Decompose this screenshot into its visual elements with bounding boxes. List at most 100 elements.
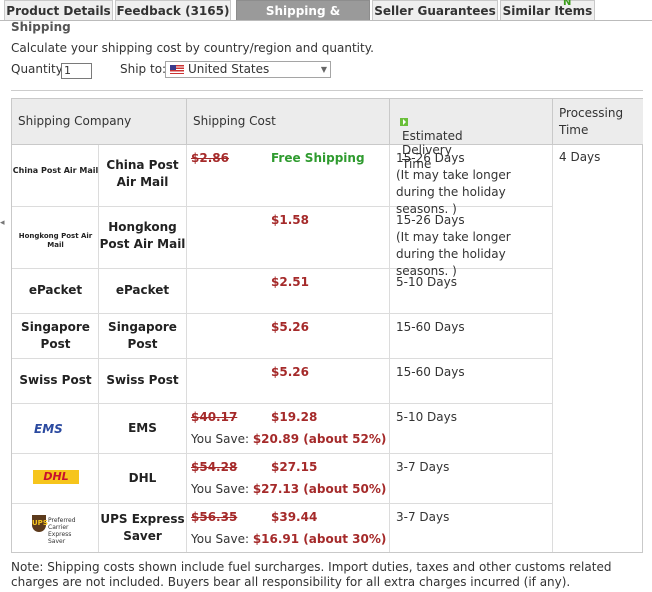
- header-delivery: Estimated Delivery Time: [390, 99, 553, 171]
- tab-label: Similar Items: [502, 4, 593, 18]
- delivery-time: 15-60 Days: [396, 320, 465, 334]
- logo-cell: China Post Air Mail: [12, 145, 99, 207]
- ups-logo-text: Preferred Carrier Express Saver: [48, 517, 76, 545]
- dhl-logo: DHL: [33, 470, 79, 484]
- shipping-price: $39.44: [271, 510, 318, 524]
- logo-cell: Swiss Post: [12, 359, 99, 404]
- logo-text: Singapore Post: [21, 320, 90, 351]
- header-company: Shipping Company: [12, 99, 187, 145]
- collapse-arrow-icon[interactable]: ◂: [0, 218, 5, 228]
- savings-label: You Save:: [191, 532, 253, 546]
- ups-logo: UPS: [32, 515, 48, 532]
- header-label: Shipping Company: [18, 114, 132, 128]
- delivery-cell: 5-10 Days: [390, 404, 553, 454]
- company-name: UPS Express Saver: [100, 512, 185, 543]
- table-row[interactable]: ePacket: [99, 269, 187, 314]
- savings-amount: $27.13 (about 50%): [252, 482, 387, 496]
- company-name: Singapore Post: [108, 320, 177, 351]
- cost-cell: $40.17 $19.28 You Save: $20.89 (about 52…: [187, 404, 390, 454]
- tab-shipping-payment[interactable]: Shipping & Payment: [236, 0, 370, 38]
- logo-cell: ePacket: [12, 269, 99, 314]
- logo-cell: UPS Preferred Carrier Express Saver: [12, 504, 99, 552]
- logo-cell: Hongkong Post Air Mail: [12, 207, 99, 269]
- original-price: $2.86: [191, 151, 229, 165]
- savings: You Save: $16.91 (about 30%): [191, 532, 386, 546]
- table-row[interactable]: UPS Express Saver: [99, 504, 187, 552]
- cost-cell: $5.26: [187, 314, 390, 359]
- shipping-table: Shipping Company Shipping Cost Estimated…: [11, 98, 643, 553]
- logo-text: ePacket: [28, 283, 83, 297]
- logo-text: Hongkong Post Air Mail: [18, 232, 93, 249]
- savings: You Save: $20.89 (about 52%): [191, 432, 386, 446]
- logo-cell: EMS: [12, 404, 99, 454]
- processing-cell: 4 Days: [553, 145, 643, 552]
- divider: [11, 90, 643, 91]
- header-label: Estimated Delivery Time: [396, 114, 463, 171]
- section-title: Shipping: [11, 20, 71, 34]
- delivery-cell: 15-26 Days (It may take longer during the…: [390, 207, 553, 278]
- delivery-cell: 15-26 Days (It may take longer during the…: [390, 145, 553, 216]
- tab-label: Seller Guarantees: [374, 4, 496, 18]
- shipping-price: $1.58: [271, 213, 309, 227]
- us-flag-icon: [170, 65, 184, 74]
- company-name: DHL: [128, 471, 157, 485]
- ems-logo: EMS: [34, 422, 63, 436]
- delivery-cell: 3-7 Days: [390, 504, 553, 552]
- ship-to-select[interactable]: United States ▼: [165, 61, 331, 78]
- delivery-cell: 3-7 Days: [390, 454, 553, 504]
- company-name: ePacket: [115, 283, 170, 297]
- cost-cell: $56.35 $39.44 You Save: $16.91 (about 30…: [187, 504, 390, 552]
- sort-arrow-icon[interactable]: [400, 117, 408, 126]
- savings: You Save: $27.13 (about 50%): [191, 482, 386, 496]
- logo-text: China Post Air Mail: [12, 166, 99, 175]
- logo-cell: Singapore Post: [12, 314, 99, 359]
- new-badge: N: [563, 0, 572, 8]
- header-processing: Processing Time: [553, 99, 643, 145]
- quantity-input[interactable]: 1: [61, 63, 92, 79]
- company-name: Hongkong Post Air Mail: [99, 220, 186, 251]
- quantity-label: Quantity:: [11, 62, 67, 76]
- shipping-price: $27.15: [271, 460, 318, 474]
- free-shipping: Free Shipping: [271, 151, 365, 165]
- savings-amount: $20.89 (about 52%): [252, 432, 387, 446]
- header-cost: Shipping Cost: [187, 99, 390, 145]
- table-row[interactable]: Singapore Post: [99, 314, 187, 359]
- shipping-price: $5.26: [271, 320, 309, 334]
- ship-to-value: United States: [188, 62, 270, 76]
- shipping-note: Note: Shipping costs shown include fuel …: [11, 560, 612, 589]
- table-row[interactable]: China Post Air Mail: [99, 145, 187, 207]
- table-row[interactable]: Swiss Post: [99, 359, 187, 404]
- delivery-days: 15-26 Days: [396, 151, 465, 165]
- delivery-cell: 15-60 Days: [390, 314, 553, 359]
- delivery-time: 3-7 Days: [396, 510, 450, 524]
- singapore-post-logo: Singapore Post: [12, 319, 99, 353]
- savings-amount: $16.91 (about 30%): [252, 532, 387, 546]
- cost-cell: $54.28 $27.15 You Save: $27.13 (about 50…: [187, 454, 390, 504]
- logo-text: Swiss Post: [19, 373, 92, 387]
- company-name: Swiss Post: [106, 373, 179, 387]
- tab-label: Product Details: [6, 4, 111, 18]
- epacket-logo: ePacket: [12, 283, 99, 297]
- header-label: Shipping Cost: [193, 114, 276, 128]
- chevron-down-icon: ▼: [320, 65, 327, 74]
- china-post-logo: China Post Air Mail: [12, 166, 99, 176]
- delivery-time: 15-60 Days: [396, 365, 465, 379]
- tab-feedback[interactable]: Feedback (3165): [115, 0, 231, 20]
- original-price: $40.17: [191, 410, 238, 424]
- cost-cell: $1.58: [187, 207, 390, 269]
- header-label: Processing Time: [559, 106, 624, 137]
- shipping-price: $2.51: [271, 275, 309, 289]
- table-row[interactable]: DHL: [99, 454, 187, 504]
- tab-seller-guarantees[interactable]: Seller Guarantees: [372, 0, 498, 20]
- tab-label: Shipping & Payment: [265, 4, 341, 38]
- tab-bar: Product Details Feedback (3165) Shipping…: [0, 0, 652, 38]
- delivery-cell: 5-10 Days: [390, 269, 553, 314]
- table-row[interactable]: EMS: [99, 404, 187, 454]
- tab-product-details[interactable]: Product Details: [4, 0, 113, 20]
- tab-similar-items[interactable]: Similar Items: [500, 0, 595, 20]
- delivery-time: 3-7 Days: [396, 460, 450, 474]
- ship-to-label: Ship to:: [120, 62, 167, 76]
- original-price: $56.35: [191, 510, 238, 524]
- logo-cell: DHL: [12, 454, 99, 504]
- table-row[interactable]: Hongkong Post Air Mail: [99, 207, 187, 269]
